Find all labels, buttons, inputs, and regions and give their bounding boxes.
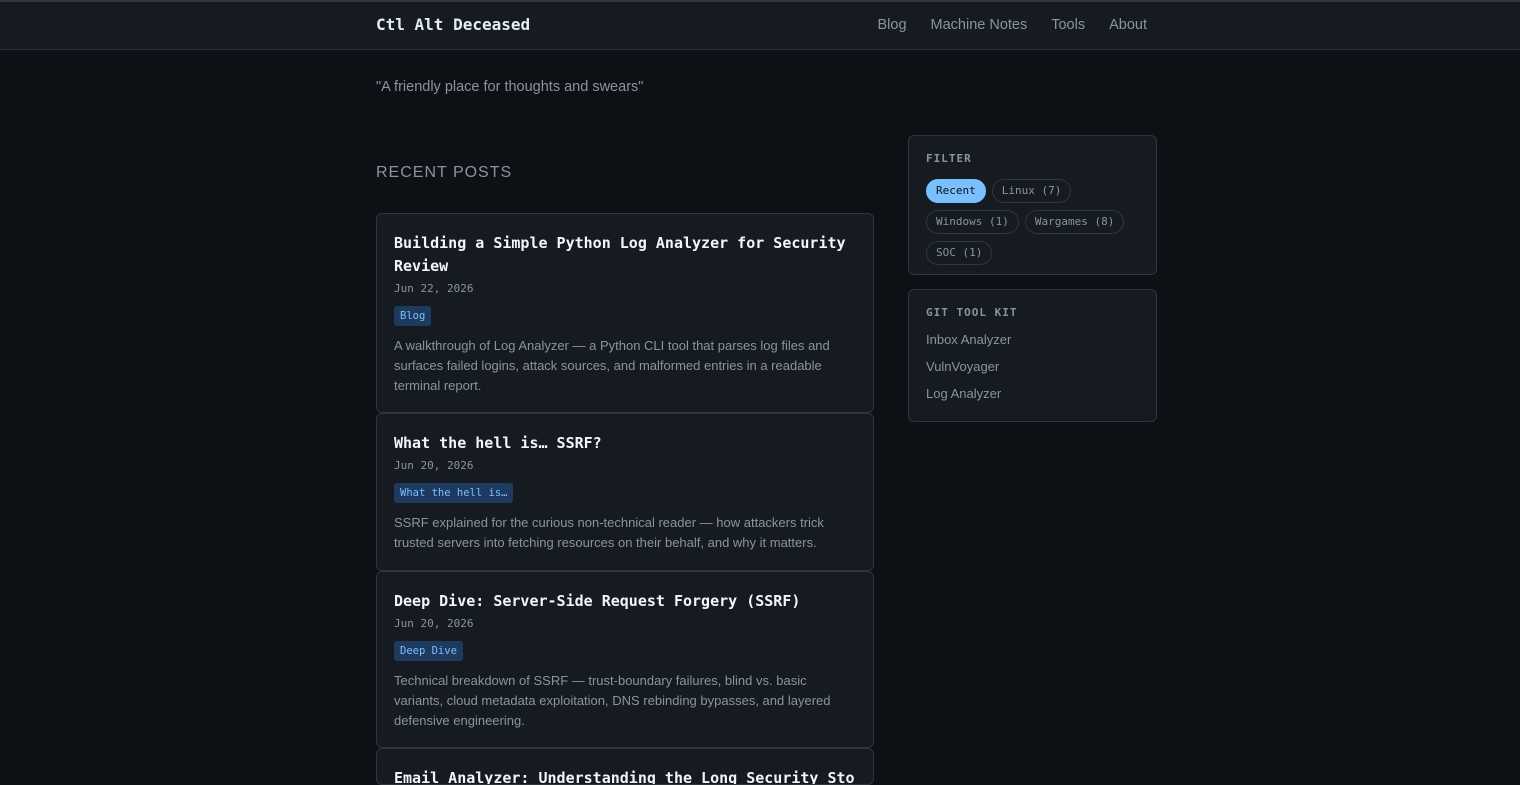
post-description: SSRF explained for the curious non-techn… <box>394 515 824 550</box>
post-tag[interactable]: What the hell is… <box>394 483 514 503</box>
site-tagline: "A friendly place for thoughts and swear… <box>376 79 644 95</box>
post-title[interactable]: Deep Dive: Server-Side Request Forgery (… <box>394 590 856 613</box>
git-tool-kit-panel: GIT TOOL KIT Inbox Analyzer VulnVoyager … <box>908 289 1157 422</box>
filter-chips: Recent Linux (7) Windows (1) Wargames (8… <box>926 179 1139 265</box>
filter-chip-linux[interactable]: Linux (7) <box>991 179 1072 203</box>
post-title[interactable]: What the hell is… SSRF? <box>394 432 856 455</box>
post-card[interactable]: Email Analyzer: Understanding the Long S… <box>376 748 874 785</box>
post-description: A walkthrough of Log Analyzer — a Python… <box>394 338 830 393</box>
post-tag[interactable]: Blog <box>394 306 432 326</box>
post-card[interactable]: Deep Dive: Server-Side Request Forgery (… <box>376 571 874 748</box>
post-date: Jun 20, 2026 <box>394 459 474 472</box>
post-tag[interactable]: Deep Dive <box>394 641 463 661</box>
filter-panel: FILTER Recent Linux (7) Windows (1) Warg… <box>908 135 1157 275</box>
tools-list: Inbox Analyzer VulnVoyager Log Analyzer <box>926 331 1139 402</box>
filter-chip-wargames[interactable]: Wargames (8) <box>1024 210 1125 234</box>
tools-heading: GIT TOOL KIT <box>926 306 1018 319</box>
post-list: Building a Simple Python Log Analyzer fo… <box>376 213 874 785</box>
post-title[interactable]: Email Analyzer: Understanding the Long S… <box>394 767 856 784</box>
nav-link-tools[interactable]: Tools <box>1051 17 1085 33</box>
filter-chip-soc[interactable]: SOC (1) <box>926 241 993 265</box>
top-navbar: Ctl Alt Deceased Blog Machine Notes Tool… <box>0 0 1520 50</box>
nav-link-machine-notes[interactable]: Machine Notes <box>931 17 1028 33</box>
post-date: Jun 22, 2026 <box>394 282 474 295</box>
post-description: Technical breakdown of SSRF — trust-boun… <box>394 673 831 728</box>
tool-link-log-analyzer[interactable]: Log Analyzer <box>926 385 1139 402</box>
main-nav: Blog Machine Notes Tools About <box>877 17 1147 33</box>
filter-chip-recent[interactable]: Recent <box>926 179 986 203</box>
site-brand[interactable]: Ctl Alt Deceased <box>376 15 530 34</box>
post-card[interactable]: What the hell is… SSRF? Jun 20, 2026 Wha… <box>376 413 874 571</box>
nav-link-about[interactable]: About <box>1109 17 1147 33</box>
post-card[interactable]: Building a Simple Python Log Analyzer fo… <box>376 213 874 413</box>
post-date: Jun 20, 2026 <box>394 617 474 630</box>
tool-link-vulnvoyager[interactable]: VulnVoyager <box>926 358 1139 375</box>
filter-heading: FILTER <box>926 152 972 165</box>
post-title[interactable]: Building a Simple Python Log Analyzer fo… <box>394 232 856 278</box>
filter-chip-windows[interactable]: Windows (1) <box>926 210 1019 234</box>
tool-link-inbox-analyzer[interactable]: Inbox Analyzer <box>926 331 1139 348</box>
recent-posts-heading: RECENT POSTS <box>376 164 513 181</box>
nav-link-blog[interactable]: Blog <box>877 17 906 33</box>
